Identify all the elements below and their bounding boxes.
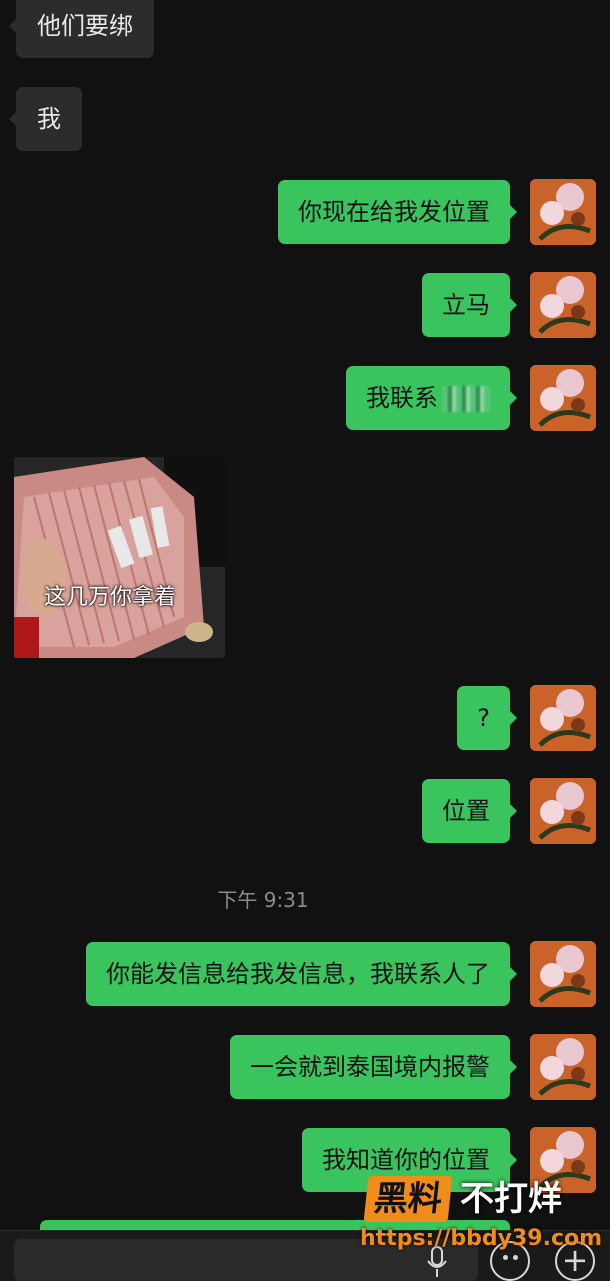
user-avatar[interactable]: [530, 685, 596, 751]
user-avatar[interactable]: [530, 272, 596, 338]
user-avatar[interactable]: [530, 365, 596, 431]
incoming-message[interactable]: 他们要绑: [9, 0, 154, 58]
timestamp: 下午 9:31: [217, 888, 309, 912]
censored-text-blur: [442, 386, 490, 412]
outgoing-message[interactable]: 你现在给我发位置: [278, 180, 517, 244]
watermark-badge: 黑料: [363, 1176, 453, 1222]
outgoing-message[interactable]: 我联系: [346, 366, 517, 430]
image-caption: 这几万你拿着: [44, 585, 177, 610]
user-avatar[interactable]: [530, 179, 596, 245]
message-text: 我联系: [366, 384, 438, 412]
outgoing-message[interactable]: 立马: [422, 273, 517, 337]
user-avatar[interactable]: [530, 941, 596, 1007]
watermark-url: https://bbdy39.com: [360, 1226, 603, 1251]
outgoing-message[interactable]: 一会就到泰国境内报警: [230, 1035, 517, 1099]
outgoing-message[interactable]: ?: [457, 686, 517, 750]
outgoing-message[interactable]: 位置: [422, 779, 517, 843]
incoming-message[interactable]: 我: [9, 87, 82, 151]
user-avatar[interactable]: [530, 778, 596, 844]
image-message[interactable]: 这几万你拿着: [14, 457, 225, 658]
outgoing-message[interactable]: 你能发信息给我发信息，我联系人了: [86, 942, 517, 1006]
watermark: 黑料 不打烊 https://bbdy39.com: [360, 1174, 603, 1256]
chat-area[interactable]: 他们要绑 我 你现在给我发位置 立马 我联系 这几万你拿着 ? 位置 下午 9:…: [0, 0, 610, 1230]
user-avatar[interactable]: [530, 1034, 596, 1100]
watermark-text: 不打烊: [460, 1179, 562, 1219]
